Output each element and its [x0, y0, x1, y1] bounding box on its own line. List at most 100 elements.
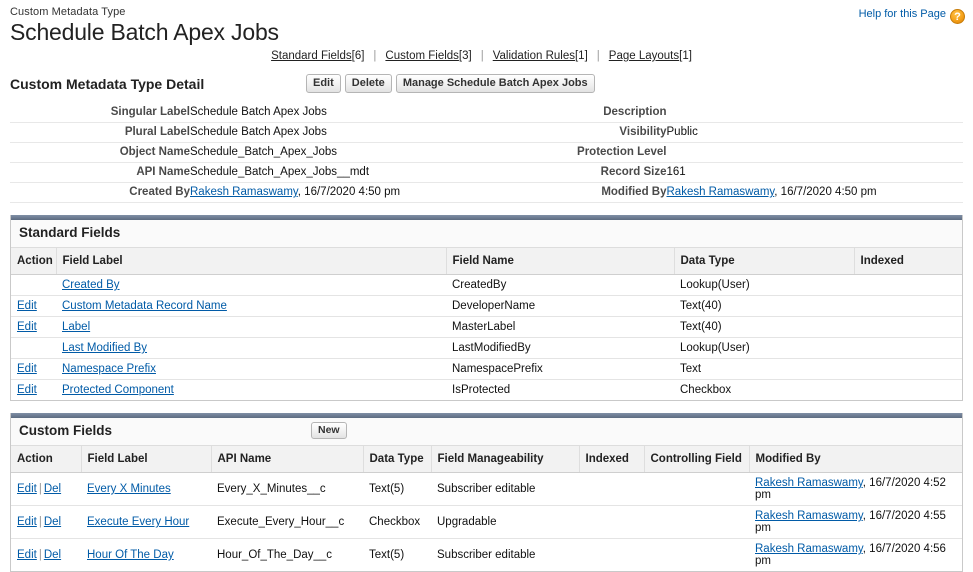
field-value-visibility: Public: [666, 122, 963, 143]
field-label-link[interactable]: Hour Of The Day: [87, 549, 174, 561]
cell-data-type: Lookup(User): [674, 274, 854, 296]
link-custom-fields[interactable]: Custom Fields: [385, 50, 459, 62]
col-field-label[interactable]: Field Label: [56, 248, 447, 275]
cell-data-type: Text(5): [369, 549, 405, 561]
table-row: Edit Namespace Prefix NamespacePrefix Te…: [11, 358, 962, 380]
breadcrumb: Custom Metadata Type: [10, 6, 126, 18]
cell-manageability: Subscriber editable: [437, 549, 536, 561]
link-validation-rules[interactable]: Validation Rules: [493, 50, 575, 62]
edit-link[interactable]: Edit: [17, 549, 37, 561]
modified-by-user-link[interactable]: Rakesh Ramaswamy: [667, 186, 775, 198]
modified-by-user-link[interactable]: Rakesh Ramaswamy: [755, 510, 863, 522]
cell-field-label: Last Modified By: [56, 337, 446, 359]
table-row: Edit | Del Execute Every Hour Execute_Ever…: [11, 505, 962, 539]
field-label-link[interactable]: Execute Every Hour: [87, 516, 189, 528]
field-label-link[interactable]: Last Modified By: [62, 342, 147, 354]
cell-field-name: MasterLabel: [446, 316, 674, 338]
field-label-singular-label: Singular Label: [10, 103, 190, 123]
col-data-type[interactable]: Data Type: [674, 248, 855, 275]
page-title: Schedule Batch Apex Jobs: [10, 19, 279, 45]
field-label-visibility: Visibility: [486, 122, 667, 143]
edit-link[interactable]: Edit: [17, 300, 37, 312]
page-header: Custom Metadata Type Schedule Batch Apex…: [0, 0, 973, 48]
field-value-plural-label: Schedule Batch Apex Jobs: [190, 122, 487, 143]
table-row: Edit Protected Component IsProtected Che…: [11, 380, 962, 401]
cell-indexed: [579, 472, 644, 506]
delete-link[interactable]: Del: [44, 483, 61, 495]
delete-button[interactable]: Delete: [344, 74, 392, 93]
cell-manageability: Subscriber editable: [431, 472, 579, 506]
standard-fields-title: Standard Fields: [19, 225, 121, 240]
col-controlling-field[interactable]: Controlling Field: [644, 446, 750, 473]
custom-fields-panel: Custom Fields New Action Field Label API…: [10, 413, 963, 572]
row-action: Edit: [11, 295, 56, 317]
cell-controlling-field: [644, 539, 749, 572]
count-standard-fields: [6]: [351, 50, 365, 62]
col-indexed[interactable]: Indexed: [579, 446, 645, 473]
field-label-link[interactable]: Custom Metadata Record Name: [62, 300, 227, 312]
count-validation-rules: [1]: [574, 50, 588, 62]
table-row: Created By CreatedBy Lookup(User): [11, 274, 962, 296]
cell-manageability: Upgradable: [431, 505, 579, 539]
custom-fields-header: Custom Fields New: [11, 418, 962, 446]
field-value-created-by: Rakesh Ramaswamy, 16/7/2020 4:50 pm: [190, 182, 487, 203]
cell-field-label: Execute Every Hour: [81, 505, 211, 539]
manage-records-button[interactable]: Manage Schedule Batch Apex Jobs: [395, 74, 595, 93]
col-action[interactable]: Action: [11, 446, 82, 473]
field-label-plural-label: Plural Label: [10, 122, 190, 143]
field-label-link[interactable]: Created By: [62, 279, 120, 291]
detail-title: Custom Metadata Type Detail: [10, 76, 205, 92]
field-value-singular-label: Schedule Batch Apex Jobs: [190, 103, 487, 123]
cell-indexed: [854, 337, 962, 359]
edit-link[interactable]: Edit: [17, 384, 37, 396]
field-label-link[interactable]: Protected Component: [62, 384, 174, 396]
field-label-link[interactable]: Namespace Prefix: [62, 363, 156, 375]
cell-indexed: [854, 380, 962, 401]
field-value-modified-by: Rakesh Ramaswamy, 16/7/2020 4:50 pm: [666, 182, 963, 203]
cell-api-name: Hour_Of_The_Day__c: [217, 549, 333, 561]
cell-field-label: Namespace Prefix: [56, 358, 446, 380]
delete-link[interactable]: Del: [44, 549, 61, 561]
edit-link[interactable]: Edit: [17, 363, 37, 375]
link-standard-fields[interactable]: Standard Fields: [271, 50, 352, 62]
field-label-link[interactable]: Label: [62, 321, 90, 333]
col-field-label[interactable]: Field Label: [81, 446, 212, 473]
field-label-record-size: Record Size: [486, 162, 667, 183]
col-action[interactable]: Action: [11, 248, 57, 275]
cell-indexed: [854, 358, 962, 380]
created-by-user-link[interactable]: Rakesh Ramaswamy: [190, 186, 298, 198]
action-separator: |: [38, 516, 42, 528]
edit-link[interactable]: Edit: [17, 516, 37, 528]
col-indexed[interactable]: Indexed: [854, 248, 962, 275]
cell-indexed: [854, 316, 962, 338]
cell-indexed: [579, 505, 644, 539]
modified-by-user-link[interactable]: Rakesh Ramaswamy: [755, 543, 863, 555]
cell-data-type: Text(40): [674, 295, 854, 317]
field-label-link[interactable]: Every X Minutes: [87, 483, 171, 495]
delete-link[interactable]: Del: [44, 516, 61, 528]
help-icon[interactable]: ?: [950, 9, 965, 24]
row-action: Edit: [11, 380, 56, 401]
cell-field-name: NamespacePrefix: [446, 358, 674, 380]
col-field-name[interactable]: Field Name: [446, 248, 675, 275]
count-page-layouts: [1]: [679, 50, 692, 62]
new-field-button[interactable]: New: [311, 422, 347, 439]
cell-indexed: [579, 539, 644, 572]
edit-link[interactable]: Edit: [17, 321, 37, 333]
modified-by-user-link[interactable]: Rakesh Ramaswamy: [755, 477, 863, 489]
row-action: Edit | Del: [11, 539, 81, 572]
cell-data-type: Text(5): [363, 472, 431, 506]
col-field-manageability[interactable]: Field Manageability: [431, 446, 580, 473]
link-page-layouts[interactable]: Page Layouts: [609, 50, 679, 62]
help-for-this-page-link[interactable]: Help for this Page?: [859, 8, 965, 24]
col-api-name[interactable]: API Name: [211, 446, 364, 473]
standard-fields-header: Standard Fields: [11, 220, 962, 248]
cell-data-type: Lookup(User): [674, 337, 854, 359]
col-data-type[interactable]: Data Type: [363, 446, 432, 473]
edit-link[interactable]: Edit: [17, 483, 37, 495]
edit-button[interactable]: Edit: [306, 74, 341, 93]
cell-indexed: [854, 295, 962, 317]
col-modified-by[interactable]: Modified By: [749, 446, 962, 473]
row-action: Edit: [11, 316, 56, 338]
row-action: Edit: [11, 358, 56, 380]
